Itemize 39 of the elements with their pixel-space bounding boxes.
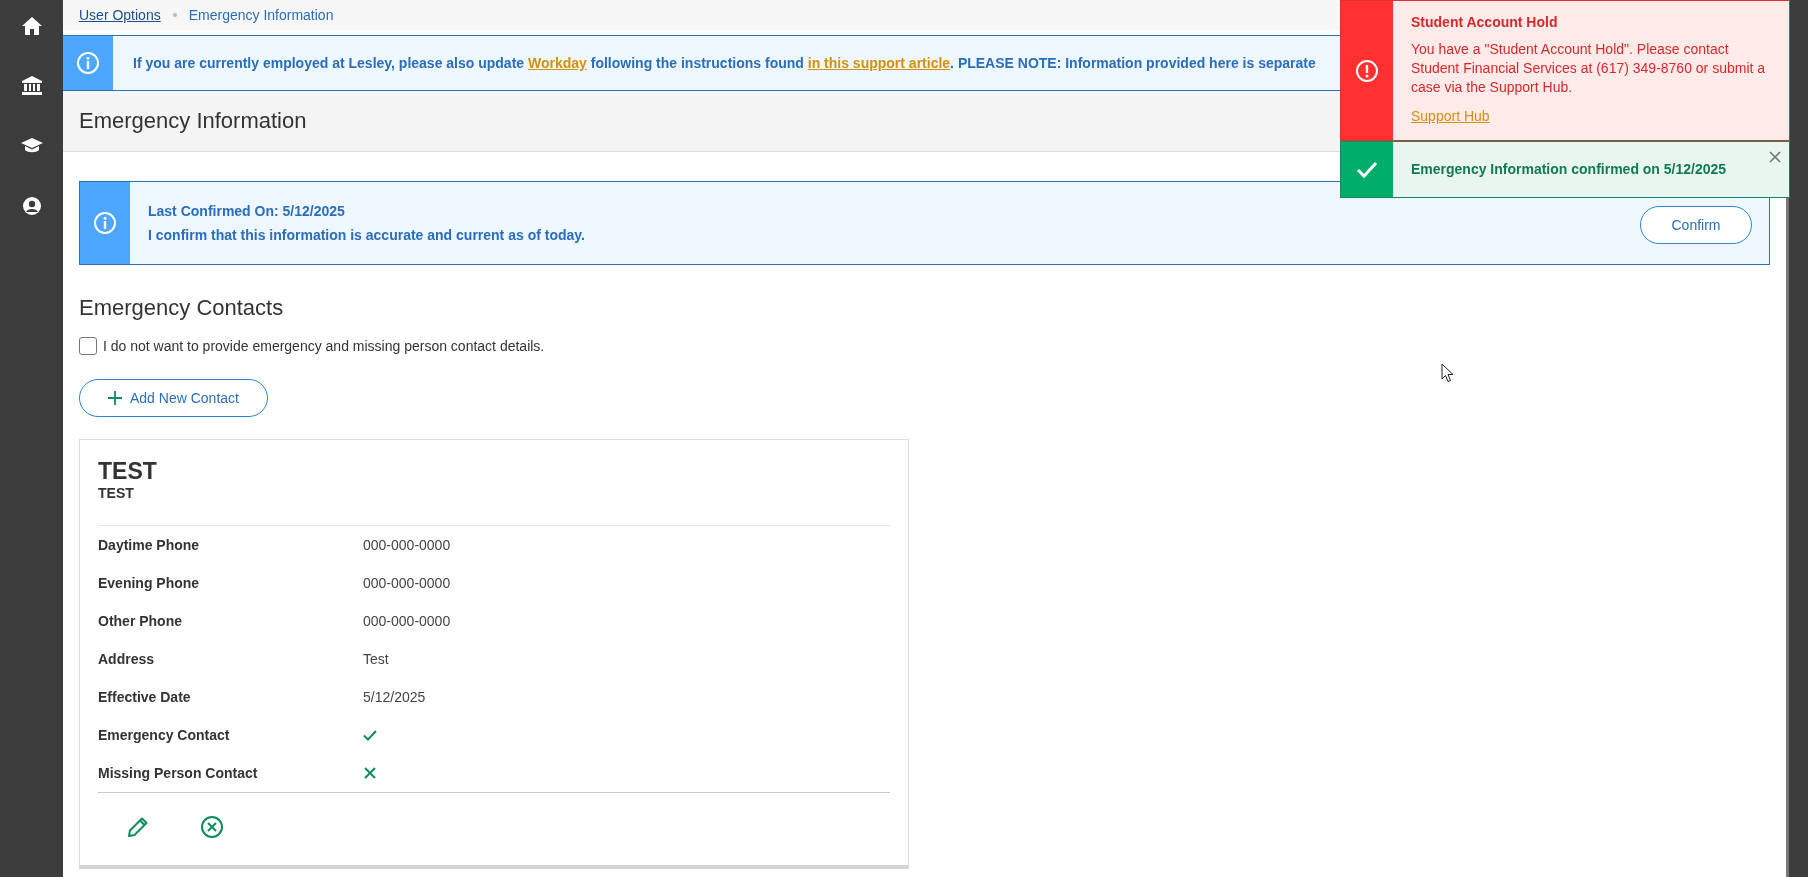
field-label: Missing Person Contact: [98, 765, 259, 781]
field-label: Evening Phone: [98, 575, 201, 591]
field-label: Other Phone: [98, 613, 183, 629]
contact-name: TEST: [98, 458, 158, 485]
field-label: Emergency Contact: [98, 727, 231, 743]
add-contact-button[interactable]: Add New Contact: [79, 379, 268, 417]
confirmation-text: I confirm that this information is accurate and current as of today.: [148, 227, 586, 243]
alert-message: You have a "Student Account Hold". Please contact Student Financial Services at (617) 349-8760 or submit a case via the Support Hub.: [1411, 40, 1767, 97]
field-label: Address: [98, 651, 156, 667]
info-icon: [93, 211, 117, 235]
field-label: Effective Date: [98, 689, 192, 705]
scrollbar[interactable]: [1786, 0, 1808, 877]
notice-text: If you are currently employed at Lesley, please also update Workday following the instructions found in this support article. PLEASE NOTE: Information provided here is separate: [132, 55, 1316, 71]
bank-building-icon[interactable]: [19, 74, 44, 98]
field-value: 000-000-0000: [363, 537, 452, 553]
checkbox[interactable]: [79, 337, 97, 355]
plus-icon: [108, 391, 122, 405]
checkbox-label: I do not want to provide emergency and missing person contact details.: [103, 338, 545, 354]
field-value: Test: [363, 651, 390, 667]
confirm-button[interactable]: Confirm: [1640, 206, 1752, 244]
field-label: Daytime Phone: [98, 537, 201, 553]
field-value: 5/12/2025: [363, 689, 427, 705]
info-icon: [76, 51, 100, 75]
field-value: 000-000-0000: [363, 613, 452, 629]
delete-icon[interactable]: [200, 815, 224, 839]
contact-relationship: TEST: [98, 485, 135, 501]
edit-icon[interactable]: [126, 815, 150, 839]
mouse-cursor-icon: [1441, 363, 1454, 383]
breadcrumb-link[interactable]: User Options: [79, 7, 161, 23]
field-value: 000-000-0000: [363, 575, 452, 591]
alert-icon: [1355, 58, 1379, 83]
section-title: Emergency Contacts: [79, 295, 284, 321]
page-title: Emergency Information: [79, 108, 307, 134]
close-icon[interactable]: [1769, 151, 1781, 163]
alert-message: Emergency Information confirmed on 5/12/2025: [1411, 160, 1728, 179]
checkmark-icon: [1356, 160, 1378, 179]
breadcrumb-current: Emergency Information: [188, 7, 334, 23]
last-confirmed-date: Last Confirmed On: 5/12/2025: [148, 203, 346, 219]
alert-title: Student Account Hold: [1411, 13, 1559, 32]
